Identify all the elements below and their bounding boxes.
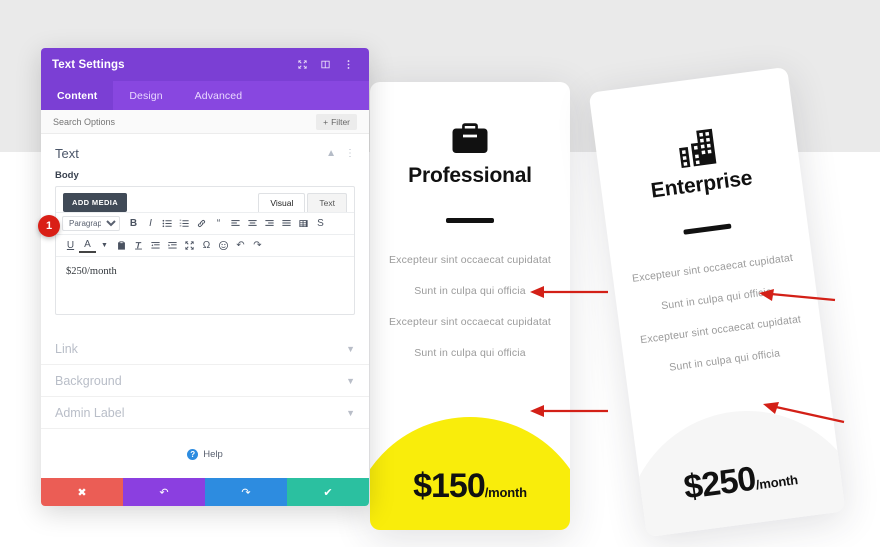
- paste-as-text-icon[interactable]: [113, 238, 130, 253]
- underline-icon[interactable]: U: [62, 238, 79, 253]
- list-item: Excepteur sint occaecat cupidatat: [389, 316, 551, 328]
- blockquote-icon[interactable]: “: [210, 216, 227, 231]
- filter-button[interactable]: + Filter: [316, 113, 357, 130]
- accordion-admin-label[interactable]: Admin Label ▼: [41, 397, 369, 429]
- outdent-icon[interactable]: [147, 238, 164, 253]
- special-character-icon[interactable]: Ω: [198, 238, 215, 253]
- modal-header: Text Settings: [41, 48, 369, 81]
- chevron-down-icon[interactable]: ▼: [346, 344, 355, 354]
- align-center-icon[interactable]: [244, 216, 261, 231]
- text-settings-modal[interactable]: Text Settings Content Design Advanced + …: [41, 48, 369, 506]
- close-icon: ✖: [77, 486, 87, 499]
- toggle-text-header[interactable]: Text ▲ ⋮: [41, 134, 369, 170]
- align-left-icon[interactable]: [227, 216, 244, 231]
- undo-button[interactable]: ↶: [123, 478, 205, 506]
- format-select[interactable]: Paragraph: [62, 216, 120, 231]
- modal-body: Text ▲ ⋮ Body ADD MEDIA Visual Text Para…: [41, 134, 369, 478]
- expand-icon[interactable]: [293, 55, 312, 74]
- list-item: Sunt in culpa qui officia: [660, 285, 773, 313]
- cancel-button[interactable]: ✖: [41, 478, 123, 506]
- step-badge: 1: [38, 215, 60, 237]
- price-period: /month: [754, 472, 799, 493]
- undo-icon: ↶: [159, 486, 169, 499]
- align-right-icon[interactable]: [261, 216, 278, 231]
- title-divider: [446, 218, 494, 223]
- accordion-link-label: Link: [55, 341, 78, 356]
- accordion-admin-label-label: Admin Label: [55, 405, 125, 420]
- price-amount: $150: [413, 467, 486, 505]
- toggle-text-title: Text: [55, 146, 79, 161]
- bulleted-list-icon[interactable]: [159, 216, 176, 231]
- editor-toolbar-row-1[interactable]: Paragraph B I “ S: [56, 212, 354, 234]
- more-vertical-icon[interactable]: ⋮: [345, 148, 355, 159]
- help-label: Help: [203, 449, 223, 460]
- layout-panel-icon[interactable]: [316, 55, 335, 74]
- emoji-icon[interactable]: [215, 238, 232, 253]
- list-item: Sunt in culpa qui officia: [414, 285, 526, 297]
- tab-visual[interactable]: Visual: [258, 193, 306, 212]
- body-field-label: Body: [55, 170, 79, 181]
- justify-icon[interactable]: [278, 216, 295, 231]
- briefcase-icon: [370, 118, 570, 160]
- chevron-down-icon[interactable]: ▼: [346, 376, 355, 386]
- tab-advanced[interactable]: Advanced: [179, 81, 259, 110]
- editor-top-bar: ADD MEDIA Visual Text: [56, 187, 354, 212]
- pricing-card-professional[interactable]: Professional Excepteur sint occaecat cup…: [370, 82, 570, 530]
- bold-icon[interactable]: B: [125, 216, 142, 231]
- fullscreen-icon[interactable]: [181, 238, 198, 253]
- tab-text[interactable]: Text: [307, 193, 347, 212]
- link-icon[interactable]: [193, 216, 210, 231]
- help-icon: ?: [187, 449, 199, 460]
- plus-icon: +: [323, 116, 329, 127]
- feature-list: Excepteur sint occaecat cupidatat Sunt i…: [613, 249, 827, 398]
- more-vertical-icon[interactable]: [339, 55, 358, 74]
- check-icon: ✔: [323, 486, 333, 499]
- redo-button[interactable]: ↷: [205, 478, 287, 506]
- price-amount: $250: [681, 459, 758, 507]
- price-display: $150/month: [370, 467, 570, 506]
- body-field-group: Body ADD MEDIA Visual Text Paragraph B I: [41, 170, 369, 315]
- clear-formatting-icon[interactable]: [130, 238, 147, 253]
- indent-icon[interactable]: [164, 238, 181, 253]
- rich-text-editor[interactable]: ADD MEDIA Visual Text Paragraph B I “ S …: [55, 186, 355, 315]
- numbered-list-icon[interactable]: [176, 216, 193, 231]
- search-input[interactable]: [53, 116, 317, 127]
- page-title: Text Settings: [52, 58, 125, 71]
- chevron-up-icon[interactable]: ▲: [326, 148, 336, 159]
- italic-icon[interactable]: I: [142, 216, 159, 231]
- help-link[interactable]: ? Help: [41, 449, 369, 460]
- list-item: Sunt in culpa qui officia: [414, 347, 526, 359]
- table-icon[interactable]: [295, 216, 312, 231]
- card-title: Professional: [408, 164, 532, 187]
- modal-action-bar[interactable]: ✖ ↶ ↷ ✔: [41, 478, 369, 506]
- chevron-down-icon[interactable]: ▼: [346, 408, 355, 418]
- editor-toolbar-row-2[interactable]: U A ▼ Ω ↶ ↷: [56, 234, 354, 256]
- undo-icon[interactable]: ↶: [232, 238, 249, 253]
- chevron-down-icon[interactable]: ▼: [96, 238, 113, 253]
- modal-tabs[interactable]: Content Design Advanced: [41, 81, 369, 110]
- redo-icon: ↷: [241, 486, 251, 499]
- save-button[interactable]: ✔: [287, 478, 369, 506]
- tab-content[interactable]: Content: [41, 81, 114, 110]
- list-item: Excepteur sint occaecat cupidatat: [639, 313, 802, 347]
- search-bar[interactable]: + Filter: [41, 110, 369, 134]
- add-media-button[interactable]: ADD MEDIA: [63, 193, 128, 212]
- list-item: Excepteur sint occaecat cupidatat: [389, 254, 551, 266]
- feature-list: Excepteur sint occaecat cupidatat Sunt i…: [370, 254, 570, 378]
- title-divider: [683, 223, 732, 235]
- price-period: /month: [484, 485, 527, 500]
- text-color-icon[interactable]: A: [79, 238, 96, 253]
- list-item: Sunt in culpa qui officia: [668, 347, 781, 374]
- list-item: Excepteur sint occaecat cupidatat: [631, 251, 794, 285]
- editor-content-area[interactable]: $250/month: [56, 256, 354, 314]
- strikethrough-icon[interactable]: S: [312, 216, 329, 231]
- filter-button-label: Filter: [331, 116, 350, 127]
- accordion-background-label: Background: [55, 373, 122, 388]
- editor-mode-tabs[interactable]: Visual Text: [256, 193, 347, 212]
- accordion-background[interactable]: Background ▼: [41, 365, 369, 397]
- accordion-link[interactable]: Link ▼: [41, 333, 369, 365]
- tab-design[interactable]: Design: [113, 81, 178, 110]
- redo-icon[interactable]: ↷: [249, 238, 266, 253]
